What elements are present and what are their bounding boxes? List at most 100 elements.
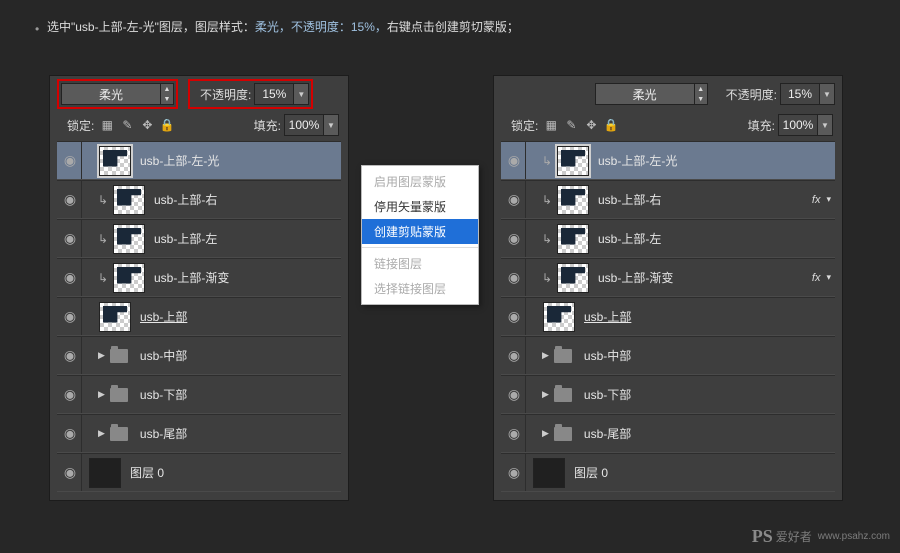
layer-row[interactable]: ◉ usb-上部-左-光 xyxy=(57,141,341,180)
lock-transparency-icon[interactable]: ▦ xyxy=(543,117,559,133)
layer-name[interactable]: usb-上部-左-光 xyxy=(598,152,835,169)
opacity-dropdown-arrow[interactable]: ▼ xyxy=(293,83,309,105)
layer-name[interactable]: usb-尾部 xyxy=(584,425,835,442)
layer-thumbnail[interactable] xyxy=(557,185,589,215)
lock-paint-icon[interactable]: ✎ xyxy=(119,117,135,133)
lock-transparency-icon[interactable]: ▦ xyxy=(99,117,115,133)
layer-thumbnail[interactable] xyxy=(89,458,121,488)
layer-name[interactable]: usb-中部 xyxy=(140,347,341,364)
layer-row[interactable]: ◉↳usb-上部-渐变fx▾ xyxy=(501,258,835,297)
layer-row[interactable]: ◉ usb-上部 xyxy=(501,297,835,336)
layer-name[interactable]: usb-上部 xyxy=(584,308,835,325)
visibility-toggle[interactable]: ◉ xyxy=(503,386,525,403)
layer-row[interactable]: ◉↳usb-上部-左 xyxy=(57,219,341,258)
visibility-toggle[interactable]: ◉ xyxy=(59,191,81,208)
layer-name[interactable]: usb-上部-渐变 xyxy=(154,269,341,286)
visibility-toggle[interactable]: ◉ xyxy=(503,464,525,481)
fill-dropdown-arrow[interactable]: ▼ xyxy=(323,114,339,136)
layer-name[interactable]: usb-上部 xyxy=(140,308,341,325)
layer-thumbnail[interactable] xyxy=(557,263,589,293)
blend-mode-dropdown[interactable]: 柔光 xyxy=(61,83,161,105)
layer-name[interactable]: usb-下部 xyxy=(584,386,835,403)
layer-thumbnail[interactable] xyxy=(113,185,145,215)
visibility-toggle[interactable]: ◉ xyxy=(503,269,525,286)
fx-badge[interactable]: fx xyxy=(812,272,821,284)
fill-value[interactable]: 100% xyxy=(284,114,324,136)
layer-row[interactable]: ◉↳usb-上部-左-光 xyxy=(501,141,835,180)
blend-stepper[interactable]: ▲▼ xyxy=(160,83,174,105)
fx-badge[interactable]: fx xyxy=(812,194,821,206)
opacity-value[interactable]: 15% xyxy=(780,83,820,105)
fx-expand-icon[interactable]: ▾ xyxy=(826,272,831,283)
layer-row[interactable]: ◉ ▶ usb-尾部 xyxy=(501,414,835,453)
expand-arrow-icon[interactable]: ▶ xyxy=(98,389,105,400)
layer-thumbnail[interactable] xyxy=(99,146,131,176)
visibility-toggle[interactable]: ◉ xyxy=(59,152,81,169)
visibility-toggle[interactable]: ◉ xyxy=(503,308,525,325)
expand-arrow-icon[interactable]: ▶ xyxy=(542,428,549,439)
visibility-toggle[interactable]: ◉ xyxy=(503,191,525,208)
blend-mode-dropdown[interactable]: 柔光 xyxy=(595,83,695,105)
layer-name[interactable]: usb-上部-左-光 xyxy=(140,152,341,169)
clip-indicator-icon: ↳ xyxy=(96,271,110,285)
visibility-toggle[interactable]: ◉ xyxy=(503,347,525,364)
expand-arrow-icon[interactable]: ▶ xyxy=(98,428,105,439)
fill-dropdown-arrow[interactable]: ▼ xyxy=(817,114,833,136)
visibility-toggle[interactable]: ◉ xyxy=(59,425,81,442)
visibility-toggle[interactable]: ◉ xyxy=(503,152,525,169)
layer-row[interactable]: ◉↳usb-上部-右fx▾ xyxy=(501,180,835,219)
expand-arrow-icon[interactable]: ▶ xyxy=(542,350,549,361)
lock-paint-icon[interactable]: ✎ xyxy=(563,117,579,133)
layer-name[interactable]: usb-上部-渐变 xyxy=(598,269,812,286)
visibility-toggle[interactable]: ◉ xyxy=(59,308,81,325)
layer-row[interactable]: ◉ ▶ usb-中部 xyxy=(501,336,835,375)
layer-row[interactable]: ◉ ▶ usb-尾部 xyxy=(57,414,341,453)
visibility-toggle[interactable]: ◉ xyxy=(503,230,525,247)
visibility-toggle[interactable]: ◉ xyxy=(59,347,81,364)
layer-name[interactable]: usb-下部 xyxy=(140,386,341,403)
layer-row[interactable]: ◉ ↳ usb-上部-渐变 xyxy=(57,258,341,297)
layer-thumbnail[interactable] xyxy=(113,224,145,254)
lock-all-icon[interactable]: 🔒 xyxy=(603,117,619,133)
opacity-value[interactable]: 15% xyxy=(254,83,294,105)
visibility-toggle[interactable]: ◉ xyxy=(59,464,81,481)
expand-arrow-icon[interactable]: ▶ xyxy=(98,350,105,361)
visibility-toggle[interactable]: ◉ xyxy=(59,230,81,247)
layer-name[interactable]: 图层 0 xyxy=(574,464,835,481)
layer-name[interactable]: usb-中部 xyxy=(584,347,835,364)
layer-thumbnail[interactable] xyxy=(557,224,589,254)
layer-thumbnail[interactable] xyxy=(113,263,145,293)
layer-thumbnail[interactable] xyxy=(543,302,575,332)
layer-row[interactable]: ◉ 图层 0 xyxy=(57,453,341,492)
layer-row[interactable]: ◉ ▶ usb-中部 xyxy=(57,336,341,375)
fx-expand-icon[interactable]: ▾ xyxy=(826,194,831,205)
lock-move-icon[interactable]: ✥ xyxy=(139,117,155,133)
fill-value[interactable]: 100% xyxy=(778,114,818,136)
layer-row[interactable]: ◉ ▶ usb-下部 xyxy=(57,375,341,414)
layer-row[interactable]: ◉ 图层 0 xyxy=(501,453,835,492)
layer-name[interactable]: usb-上部-右 xyxy=(154,191,341,208)
layer-name[interactable]: usb-上部-左 xyxy=(154,230,341,247)
blend-stepper[interactable]: ▲▼ xyxy=(694,83,708,105)
layer-name[interactable]: usb-上部-右 xyxy=(598,191,812,208)
layer-thumbnail[interactable] xyxy=(533,458,565,488)
clip-indicator-icon: ↳ xyxy=(540,232,554,246)
lock-all-icon[interactable]: 🔒 xyxy=(159,117,175,133)
layer-name[interactable]: 图层 0 xyxy=(130,464,341,481)
lock-move-icon[interactable]: ✥ xyxy=(583,117,599,133)
expand-arrow-icon[interactable]: ▶ xyxy=(542,389,549,400)
visibility-toggle[interactable]: ◉ xyxy=(503,425,525,442)
layer-name[interactable]: usb-尾部 xyxy=(140,425,341,442)
layer-name[interactable]: usb-上部-左 xyxy=(598,230,835,247)
layer-row[interactable]: ◉ ↳ usb-上部-左 xyxy=(501,219,835,258)
visibility-toggle[interactable]: ◉ xyxy=(59,386,81,403)
layer-thumbnail[interactable] xyxy=(557,146,589,176)
context-menu-item[interactable]: 创建剪贴蒙版 xyxy=(362,219,478,244)
context-menu-item[interactable]: 停用矢量蒙版 xyxy=(362,194,478,219)
layer-row[interactable]: ◉ usb-上部 xyxy=(57,297,341,336)
layer-thumbnail[interactable] xyxy=(99,302,131,332)
opacity-dropdown-arrow[interactable]: ▼ xyxy=(819,83,835,105)
layer-row[interactable]: ◉ ▶ usb-下部 xyxy=(501,375,835,414)
visibility-toggle[interactable]: ◉ xyxy=(59,269,81,286)
layer-row[interactable]: ◉↳usb-上部-右 xyxy=(57,180,341,219)
